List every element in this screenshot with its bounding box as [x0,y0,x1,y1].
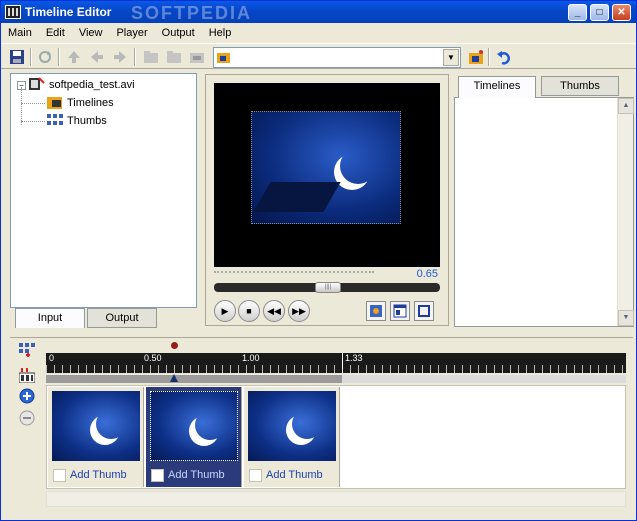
tree-item-timelines[interactable]: Timelines [47,94,114,112]
thumb-item[interactable]: Add Thumb [48,387,144,487]
thumb-image [150,391,238,461]
tree-item-thumbs[interactable]: Thumbs [47,112,107,130]
fullscreen-icon[interactable] [414,301,434,321]
add-thumb-link[interactable]: Add Thumb [70,469,127,481]
menu-view[interactable]: View [72,27,110,39]
watermark: SOFTPEDIA [131,3,253,23]
thumb-checkbox[interactable] [53,469,66,482]
horizontal-scrollbar[interactable] [46,491,626,507]
timeline-folder-icon [47,95,63,112]
tree-item-label: Thumbs [67,115,107,127]
chevron-down-icon[interactable]: ▼ [443,49,459,66]
tree-root-label: softpedia_test.avi [49,79,135,91]
thumb-checkbox[interactable] [249,469,262,482]
scroll-up-icon[interactable]: ▲ [618,98,634,114]
add-thumb-icon[interactable] [19,343,35,362]
seek-bar[interactable]: |||| [214,282,440,293]
add-thumb-link[interactable]: Add Thumb [168,469,225,481]
open-folder-icon[interactable] [466,47,486,67]
tab-output[interactable]: Output [87,308,157,328]
seek-thumb[interactable]: |||| [315,282,341,293]
video-player: 0.65 |||| ▶ ■ ◀◀ ▶▶ [205,74,449,326]
undo-icon[interactable] [494,47,514,67]
menu-player[interactable]: Player [109,27,154,39]
position-readout: 0.65 [416,268,438,280]
thumb-image [248,391,336,461]
moon-figure [340,148,376,184]
zoom-out-icon[interactable] [19,410,35,429]
fast-forward-button[interactable]: ▶▶ [288,300,310,322]
toolbar: ▼ [1,43,636,69]
folder-icon[interactable] [141,47,161,67]
ruler-label: 0 [49,353,55,363]
menu-output[interactable]: Output [155,27,202,39]
film-strip-icon [5,5,21,19]
source-combo[interactable]: ▼ [213,47,461,68]
timeline-track[interactable] [46,375,626,383]
timeline-marker-icon[interactable] [18,367,36,386]
arrow-up-icon[interactable] [64,47,84,67]
menu-edit[interactable]: Edit [39,27,72,39]
vertical-scrollbar[interactable]: ▲ ▼ [617,98,634,326]
timeline-editor-window: Timeline Editor SOFTPEDIA _ □ ✕ Main Edi… [0,0,637,521]
open-folder-icon [217,50,231,67]
tree-item-label: Timelines [67,97,114,109]
stop-button[interactable]: ■ [238,300,260,322]
window-view-icon[interactable] [390,301,410,321]
menu-help[interactable]: Help [202,27,239,39]
timelines-list: ▲ ▼ [454,97,634,327]
save-icon[interactable] [7,47,27,67]
arrow-left-icon[interactable] [87,47,107,67]
menu-main[interactable]: Main [1,27,39,39]
playhead-marker[interactable] [171,342,178,349]
folder-icon[interactable] [187,47,207,67]
tree-root[interactable]: − softpedia_test.avi [17,76,135,94]
zoom-in-icon[interactable] [19,388,35,407]
ruler-label: 0.50 [144,353,162,363]
video-frame [251,111,401,224]
minimize-button[interactable]: _ [568,4,587,21]
tab-thumbs[interactable]: Thumbs [541,76,619,96]
project-tree: − softpedia_test.avi Timelines Thumbs [10,73,197,308]
timeline-ruler[interactable]: 0 0.50 1.00 1.33 [46,353,626,373]
rewind-button[interactable]: ◀◀ [263,300,285,322]
ruler-label: 1.33 [345,353,363,363]
thumb-checkbox[interactable] [151,469,164,482]
arrow-right-icon[interactable] [110,47,130,67]
title-bar[interactable]: Timeline Editor SOFTPEDIA _ □ ✕ [1,1,636,23]
thumb-item-selected[interactable]: Add Thumb [146,387,242,487]
scroll-down-icon[interactable]: ▼ [618,310,634,326]
thumbs-grid-icon [47,113,63,130]
play-button[interactable]: ▶ [214,300,236,322]
thumb-item[interactable]: Add Thumb [244,387,340,487]
window-title: Timeline Editor [25,5,112,19]
tab-input[interactable]: Input [15,308,85,328]
settings-icon[interactable] [366,301,386,321]
maximize-button[interactable]: □ [590,4,609,21]
thumb-image [52,391,140,461]
video-file-icon [29,76,45,94]
video-screen [214,83,440,267]
tab-timelines[interactable]: Timelines [458,76,536,98]
close-button[interactable]: ✕ [612,4,631,21]
add-thumb-link[interactable]: Add Thumb [266,469,323,481]
refresh-icon[interactable] [35,47,55,67]
folder-icon[interactable] [164,47,184,67]
menu-bar: Main Edit View Player Output Help [1,23,636,42]
ruler-label: 1.00 [242,353,260,363]
